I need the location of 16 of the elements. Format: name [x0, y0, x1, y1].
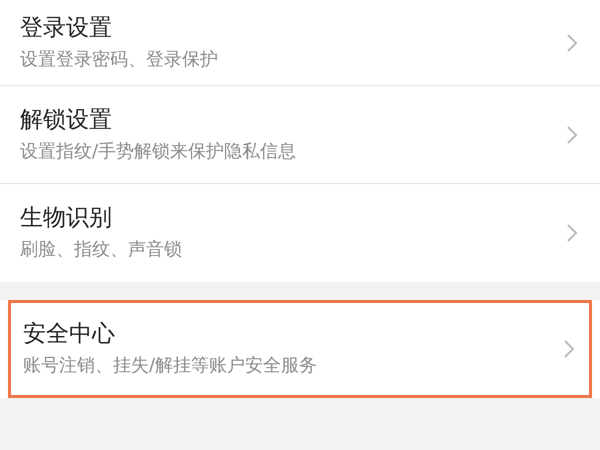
row-title: 安全中心 — [23, 320, 116, 348]
chevron-right-icon — [566, 223, 578, 243]
row-subtitle: 设置登录密码、登录保护 — [20, 48, 218, 72]
settings-row[interactable]: 生物识别 刷脸、指纹、声音锁 — [0, 184, 600, 282]
settings-row[interactable]: 登录设置 设置登录密码、登录保护 — [0, 0, 600, 86]
row-subtitle: 设置指纹/手势解锁来保护隐私信息 — [20, 140, 296, 164]
row-subtitle: 账号注销、挂失/解挂等账户安全服务 — [23, 354, 318, 378]
settings-row[interactable]: 解锁设置 设置指纹/手势解锁来保护隐私信息 — [0, 86, 600, 184]
highlighted-settings-row[interactable]: 安全中心 账号注销、挂失/解挂等账户安全服务 — [8, 300, 592, 398]
chevron-right-icon — [566, 124, 578, 144]
row-title: 登录设置 — [20, 14, 113, 42]
row-title: 生物识别 — [20, 204, 113, 232]
row-subtitle: 刷脸、指纹、声音锁 — [20, 238, 182, 262]
chevron-right-icon — [566, 32, 578, 52]
chevron-right-icon — [563, 339, 575, 359]
row-title: 解锁设置 — [20, 106, 113, 134]
